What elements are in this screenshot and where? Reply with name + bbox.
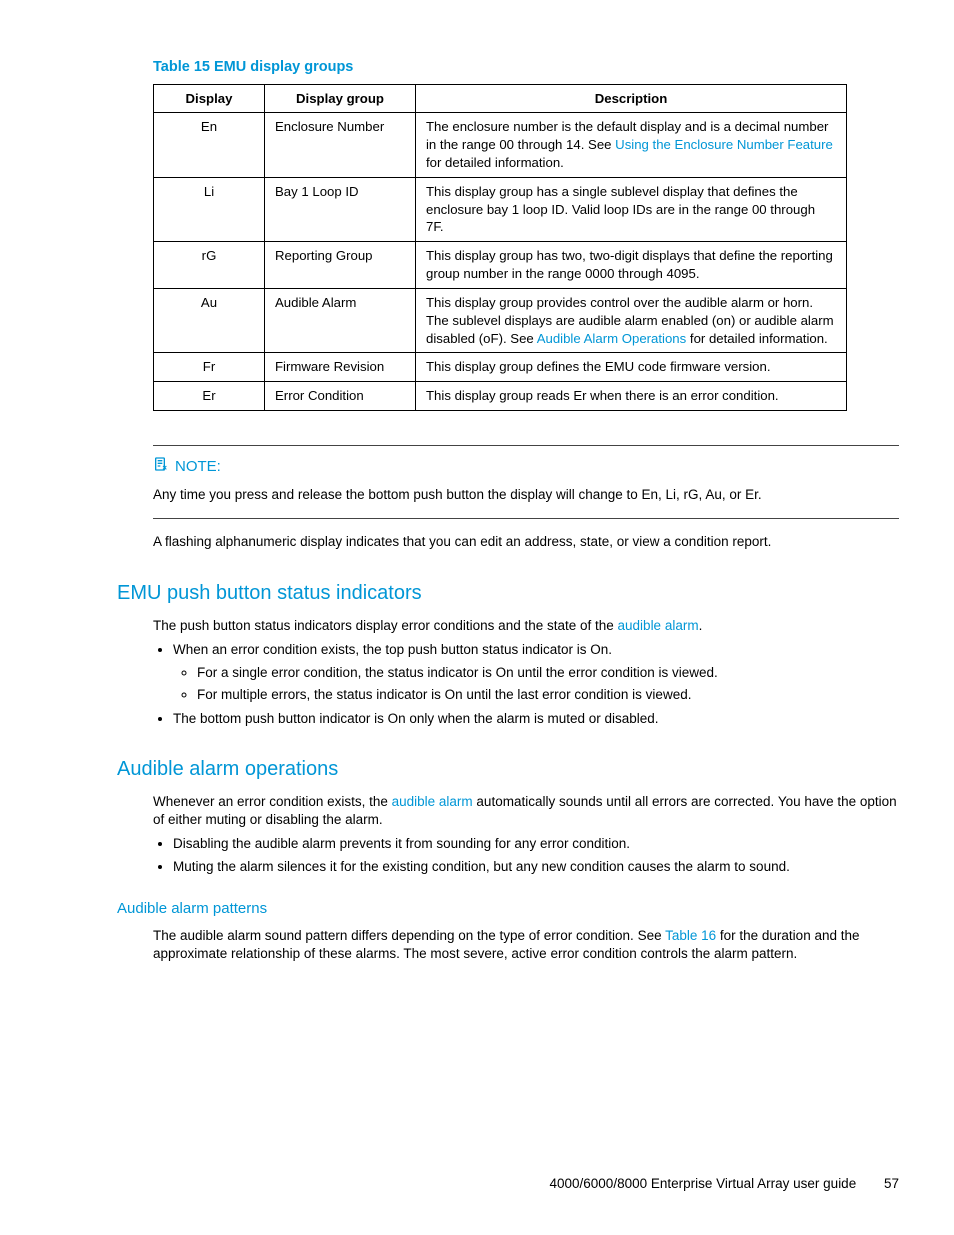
list-item: Disabling the audible alarm prevents it …	[173, 835, 899, 853]
cell-description: This display group reads Er when there i…	[416, 382, 847, 411]
desc-text: for detailed information.	[426, 155, 564, 170]
cell-display: En	[154, 113, 265, 177]
list-item: Muting the alarm silences it for the exi…	[173, 858, 899, 876]
list-item: For multiple errors, the status indicato…	[197, 686, 899, 704]
link-audible-alarm[interactable]: audible alarm	[618, 618, 699, 633]
table-caption: Table 15 EMU display groups	[153, 58, 899, 78]
table-row: Fr Firmware Revision This display group …	[154, 353, 847, 382]
document-page: Table 15 EMU display groups Display Disp…	[0, 0, 954, 1235]
footer-text: 4000/6000/8000 Enterprise Virtual Array …	[550, 1176, 857, 1191]
note-header: NOTE:	[153, 456, 899, 478]
list-text: When an error condition exists, the top …	[173, 642, 612, 657]
cell-display: Er	[154, 382, 265, 411]
paragraph: The push button status indicators displa…	[153, 617, 899, 635]
cell-display: Li	[154, 177, 265, 241]
col-header-group: Display group	[265, 84, 416, 113]
heading-emu-push-button: EMU push button status indicators	[117, 580, 899, 607]
table-header-row: Display Display group Description	[154, 84, 847, 113]
text: The push button status indicators displa…	[153, 618, 618, 633]
table-row: Li Bay 1 Loop ID This display group has …	[154, 177, 847, 241]
link-audible-alarm[interactable]: audible alarm	[392, 794, 473, 809]
cell-description: This display group has a single sublevel…	[416, 177, 847, 241]
paragraph: Whenever an error condition exists, the …	[153, 793, 899, 829]
table-row: rG Reporting Group This display group ha…	[154, 242, 847, 289]
text: Whenever an error condition exists, the	[153, 794, 392, 809]
table-row: Au Audible Alarm This display group prov…	[154, 288, 847, 352]
col-header-display: Display	[154, 84, 265, 113]
text: The audible alarm sound pattern differs …	[153, 928, 665, 943]
link-enclosure-number-feature[interactable]: Using the Enclosure Number Feature	[615, 137, 833, 152]
note-block: NOTE: Any time you press and release the…	[153, 445, 899, 519]
col-header-description: Description	[416, 84, 847, 113]
heading-audible-alarm-operations: Audible alarm operations	[117, 756, 899, 783]
cell-group: Firmware Revision	[265, 353, 416, 382]
cell-group: Enclosure Number	[265, 113, 416, 177]
page-number: 57	[884, 1175, 899, 1193]
list-item: For a single error condition, the status…	[197, 664, 899, 682]
cell-description: This display group defines the EMU code …	[416, 353, 847, 382]
cell-description: This display group provides control over…	[416, 288, 847, 352]
cell-group: Bay 1 Loop ID	[265, 177, 416, 241]
cell-group: Audible Alarm	[265, 288, 416, 352]
table-row: Er Error Condition This display group re…	[154, 382, 847, 411]
note-icon	[153, 456, 169, 478]
list-item: When an error condition exists, the top …	[173, 641, 899, 705]
bullet-list: When an error condition exists, the top …	[153, 641, 899, 728]
bullet-list-inner: For a single error condition, the status…	[173, 664, 899, 704]
text: .	[699, 618, 703, 633]
list-item: The bottom push button indicator is On o…	[173, 710, 899, 728]
cell-display: Au	[154, 288, 265, 352]
heading-audible-alarm-patterns: Audible alarm patterns	[117, 899, 899, 919]
emu-display-groups-table: Display Display group Description En Enc…	[153, 84, 847, 411]
cell-group: Error Condition	[265, 382, 416, 411]
link-table-16[interactable]: Table 16	[665, 928, 716, 943]
bullet-list: Disabling the audible alarm prevents it …	[153, 835, 899, 876]
cell-description: This display group has two, two-digit di…	[416, 242, 847, 289]
cell-display: Fr	[154, 353, 265, 382]
cell-description: The enclosure number is the default disp…	[416, 113, 847, 177]
desc-text: for detailed information.	[686, 331, 827, 346]
cell-group: Reporting Group	[265, 242, 416, 289]
link-audible-alarm-operations[interactable]: Audible Alarm Operations	[537, 331, 687, 346]
paragraph: A flashing alphanumeric display indicate…	[153, 533, 899, 551]
paragraph: The audible alarm sound pattern differs …	[153, 927, 899, 963]
page-footer: 4000/6000/8000 Enterprise Virtual Array …	[550, 1175, 900, 1193]
note-label: NOTE:	[175, 457, 221, 477]
cell-display: rG	[154, 242, 265, 289]
table-row: En Enclosure Number The enclosure number…	[154, 113, 847, 177]
note-body: Any time you press and release the botto…	[153, 486, 899, 504]
